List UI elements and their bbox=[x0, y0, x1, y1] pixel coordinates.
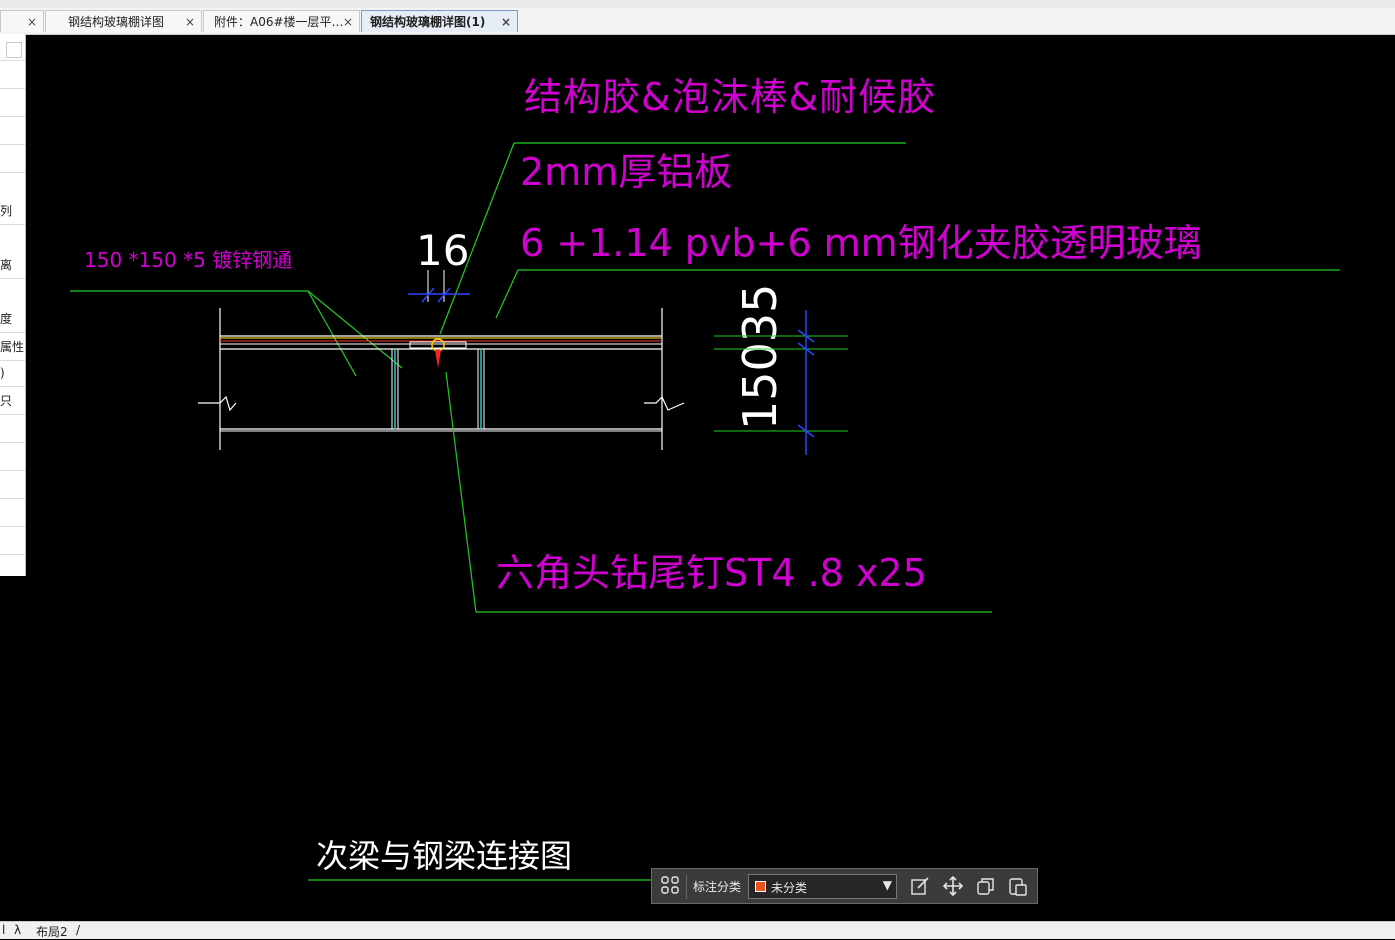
paste-icon[interactable] bbox=[1007, 876, 1029, 898]
panel-row-label: ) bbox=[0, 366, 5, 380]
toolbar-divider bbox=[686, 875, 687, 899]
panel-row: 只 bbox=[0, 388, 25, 415]
label-sealant-foam-weatherproof: 结构胶&泡沫棒&耐候胶 bbox=[524, 75, 936, 119]
copy-icon[interactable] bbox=[975, 876, 997, 898]
leader-line bbox=[445, 371, 477, 613]
close-icon[interactable]: × bbox=[343, 11, 353, 32]
document-tab-bar: × 钢结构玻璃棚详图 × 附件：A06#楼一层平… × 钢结构玻璃棚详图(1) … bbox=[0, 8, 1395, 35]
panel-row: ) bbox=[0, 360, 25, 387]
panel-row-label: 只 bbox=[0, 394, 13, 408]
title-strip bbox=[0, 0, 1395, 8]
panel-row: 离 bbox=[0, 252, 25, 279]
tab-attachment-floor-plan[interactable]: 附件：A06#楼一层平… × bbox=[203, 10, 360, 32]
edit-icon[interactable] bbox=[909, 876, 931, 898]
dimension-16: 16 bbox=[416, 226, 469, 275]
leader-line bbox=[495, 269, 519, 319]
annotation-toolbar: 标注分类 未分类 ▼ bbox=[651, 868, 1038, 904]
panel-row bbox=[0, 146, 25, 173]
beam-section-drawing bbox=[198, 308, 685, 450]
panel-row bbox=[0, 444, 25, 471]
drawing-title: 次梁与钢梁连接图 bbox=[316, 837, 572, 875]
panel-row bbox=[0, 500, 25, 527]
panel-row bbox=[0, 528, 25, 555]
drawing-canvas[interactable]: 结构胶&泡沫棒&耐候胶 2mm厚铝板 6 +1.14 pvb+6 mm钢化夹胶透… bbox=[26, 35, 1395, 921]
layout-tab-layout2[interactable]: 布局2 bbox=[36, 923, 68, 940]
annotation-category-label: 标注分类 bbox=[693, 880, 742, 894]
panel-row: 度 bbox=[0, 306, 25, 333]
panel-row-label: 度 bbox=[0, 312, 13, 326]
panel-row-label: 属性 bbox=[0, 340, 25, 354]
close-icon[interactable]: × bbox=[27, 11, 37, 32]
layout-tab-bar: l λ 布局2 / bbox=[0, 921, 1395, 939]
close-icon[interactable]: × bbox=[501, 11, 511, 32]
layout-tab-separator: λ bbox=[14, 923, 22, 937]
panel-row: 属性 bbox=[0, 334, 25, 361]
panel-row: 列 bbox=[0, 198, 25, 225]
panel-row bbox=[0, 90, 25, 117]
panel-row-label: 列 bbox=[0, 204, 13, 218]
leader-line bbox=[307, 290, 357, 377]
chevron-down-icon: ▼ bbox=[882, 878, 892, 892]
tab-steel-canopy-detail-1[interactable]: 钢结构玻璃棚详图(1) × bbox=[361, 10, 518, 32]
dimension-150-35: 15035 bbox=[733, 284, 787, 430]
checkbox[interactable] bbox=[6, 42, 22, 58]
tab-steel-canopy-detail[interactable]: 钢结构玻璃棚详图 × bbox=[45, 10, 202, 32]
panel-row bbox=[0, 118, 25, 145]
layout-tab-model[interactable]: l bbox=[2, 923, 5, 937]
panel-row-label: 离 bbox=[0, 258, 13, 272]
tab-label: 钢结构玻璃棚详图 bbox=[68, 15, 165, 29]
close-icon[interactable]: × bbox=[185, 11, 195, 32]
tab-label: 附件：A06#楼一层平… bbox=[214, 15, 344, 29]
leader-line bbox=[307, 290, 403, 369]
annotation-category-select[interactable]: 未分类 ▼ bbox=[748, 874, 897, 899]
panel-row bbox=[0, 62, 25, 89]
label-self-drilling-screw: 六角头钻尾钉ST4 .8 x25 bbox=[496, 551, 927, 595]
layout-tab-separator: / bbox=[76, 923, 81, 937]
label-galvanized-steel-tube: 150 *150 *5 镀锌钢通 bbox=[84, 248, 292, 272]
category-color-swatch bbox=[755, 881, 766, 892]
annotation-category-value: 未分类 bbox=[771, 881, 808, 895]
move-icon[interactable] bbox=[942, 875, 964, 898]
label-aluminum-plate: 2mm厚铝板 bbox=[520, 150, 732, 194]
tab-label: 钢结构玻璃棚详图(1) bbox=[370, 15, 486, 29]
properties-panel: 列 离 度 属性 ) 只 bbox=[0, 34, 26, 576]
label-laminated-glass: 6 +1.14 pvb+6 mm钢化夹胶透明玻璃 bbox=[520, 221, 1202, 265]
grid-icon[interactable] bbox=[659, 876, 681, 898]
tab-partial[interactable]: × bbox=[0, 10, 44, 32]
panel-row bbox=[0, 416, 25, 443]
panel-row bbox=[0, 34, 25, 61]
panel-row bbox=[0, 472, 25, 499]
